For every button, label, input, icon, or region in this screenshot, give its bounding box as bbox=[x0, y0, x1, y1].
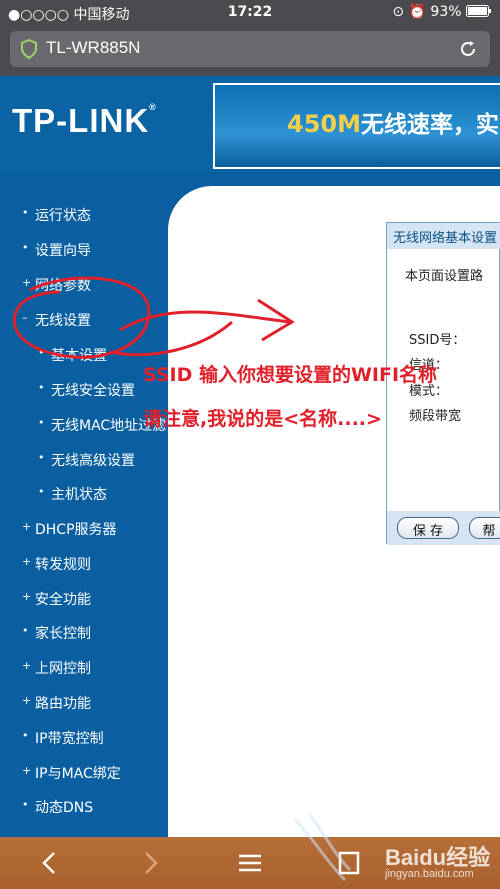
annotation-drawing bbox=[12, 276, 295, 359]
menu-icon[interactable] bbox=[234, 847, 266, 879]
baidu-watermark: Baidu经验 jingyan.baidu.com bbox=[290, 800, 500, 889]
annotation-ssid: SSID 输入你想要设置的WIFI名称 bbox=[143, 364, 438, 386]
back-icon[interactable] bbox=[34, 847, 66, 879]
forward-icon[interactable] bbox=[134, 847, 166, 879]
annotation-note: 请注意,我说的是<名称....> bbox=[143, 408, 382, 430]
watermark-site: jingyan.baidu.com bbox=[385, 868, 474, 880]
